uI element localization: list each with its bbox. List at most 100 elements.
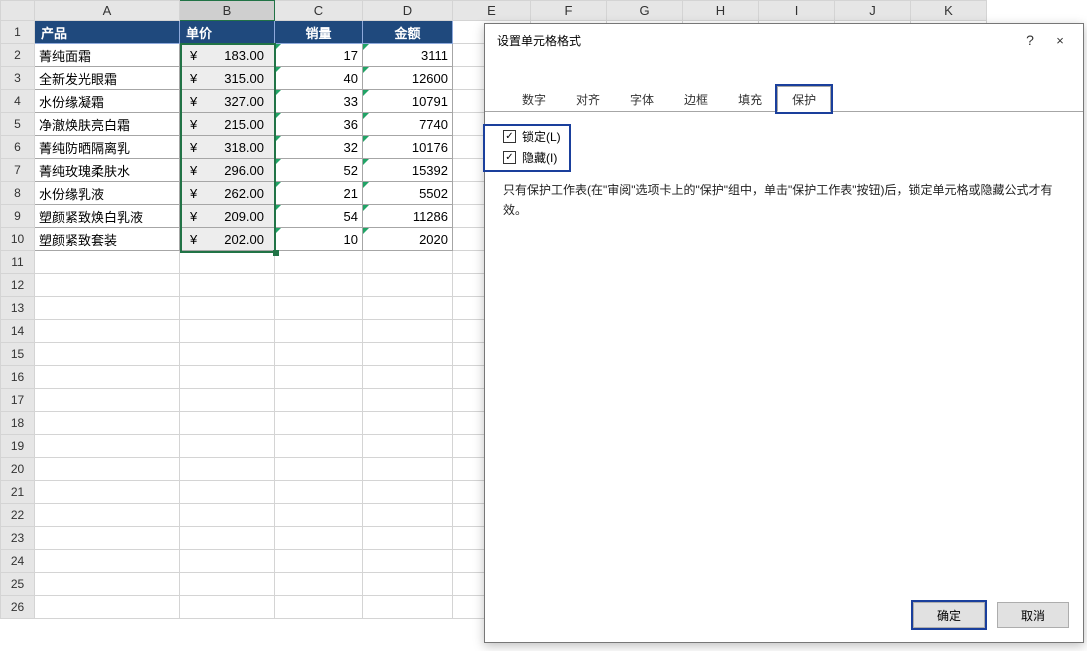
cell-B9[interactable]: ¥209.00 [180, 205, 275, 228]
cell-A18[interactable] [35, 412, 180, 435]
cell-C23[interactable] [275, 527, 363, 550]
cell-C11[interactable] [275, 251, 363, 274]
row-header-25[interactable]: 25 [1, 573, 35, 596]
close-icon[interactable]: × [1045, 33, 1075, 48]
lock-checkbox-row[interactable]: ✓ 锁定(L) [485, 126, 561, 147]
cell-D24[interactable] [363, 550, 453, 573]
row-header-18[interactable]: 18 [1, 412, 35, 435]
cell-D16[interactable] [363, 366, 453, 389]
col-header-H[interactable]: H [683, 1, 759, 21]
cell-D9[interactable]: 11286 [363, 205, 453, 228]
cell-C15[interactable] [275, 343, 363, 366]
row-header-22[interactable]: 22 [1, 504, 35, 527]
cell-D5[interactable]: 7740 [363, 113, 453, 136]
row-header-17[interactable]: 17 [1, 389, 35, 412]
cell-D20[interactable] [363, 458, 453, 481]
cell-B15[interactable] [180, 343, 275, 366]
row-header-16[interactable]: 16 [1, 366, 35, 389]
cell-A23[interactable] [35, 527, 180, 550]
col-header-G[interactable]: G [607, 1, 683, 21]
cell-C22[interactable] [275, 504, 363, 527]
cell-B3[interactable]: ¥315.00 [180, 67, 275, 90]
cell-A5[interactable]: 净澈焕肤亮白霜 [35, 113, 180, 136]
cell-C21[interactable] [275, 481, 363, 504]
cell-D21[interactable] [363, 481, 453, 504]
cell-A10[interactable]: 塑颜紧致套装 [35, 228, 180, 251]
tab-0[interactable]: 数字 [507, 86, 561, 112]
cell-C17[interactable] [275, 389, 363, 412]
cell-C13[interactable] [275, 297, 363, 320]
row-header-20[interactable]: 20 [1, 458, 35, 481]
cell-B24[interactable] [180, 550, 275, 573]
cell-C24[interactable] [275, 550, 363, 573]
cell-D19[interactable] [363, 435, 453, 458]
cell-D13[interactable] [363, 297, 453, 320]
cell-D1[interactable]: 金额 [363, 21, 453, 44]
cell-B20[interactable] [180, 458, 275, 481]
cell-B16[interactable] [180, 366, 275, 389]
row-header-4[interactable]: 4 [1, 90, 35, 113]
row-header-11[interactable]: 11 [1, 251, 35, 274]
row-header-15[interactable]: 15 [1, 343, 35, 366]
col-header-F[interactable]: F [531, 1, 607, 21]
cell-C18[interactable] [275, 412, 363, 435]
row-header-12[interactable]: 12 [1, 274, 35, 297]
cell-A19[interactable] [35, 435, 180, 458]
cell-D7[interactable]: 15392 [363, 159, 453, 182]
cell-A24[interactable] [35, 550, 180, 573]
col-header-D[interactable]: D [363, 1, 453, 21]
cell-B8[interactable]: ¥262.00 [180, 182, 275, 205]
cell-D22[interactable] [363, 504, 453, 527]
cell-B22[interactable] [180, 504, 275, 527]
cell-B11[interactable] [180, 251, 275, 274]
cell-B5[interactable]: ¥215.00 [180, 113, 275, 136]
col-header-K[interactable]: K [911, 1, 987, 21]
cell-B21[interactable] [180, 481, 275, 504]
cell-B25[interactable] [180, 573, 275, 596]
cell-B26[interactable] [180, 596, 275, 619]
cell-A17[interactable] [35, 389, 180, 412]
col-header-J[interactable]: J [835, 1, 911, 21]
cancel-button[interactable]: 取消 [997, 602, 1069, 628]
cell-B19[interactable] [180, 435, 275, 458]
cell-B6[interactable]: ¥318.00 [180, 136, 275, 159]
cell-D18[interactable] [363, 412, 453, 435]
cell-A11[interactable] [35, 251, 180, 274]
cell-B23[interactable] [180, 527, 275, 550]
cell-A2[interactable]: 菁纯面霜 [35, 44, 180, 67]
cell-B1[interactable]: 单价 [180, 21, 275, 44]
cell-D11[interactable] [363, 251, 453, 274]
cell-A12[interactable] [35, 274, 180, 297]
fill-handle[interactable] [273, 250, 279, 256]
row-header-23[interactable]: 23 [1, 527, 35, 550]
row-header-6[interactable]: 6 [1, 136, 35, 159]
cell-A3[interactable]: 全新发光眼霜 [35, 67, 180, 90]
col-header-C[interactable]: C [275, 1, 363, 21]
cell-C16[interactable] [275, 366, 363, 389]
cell-D15[interactable] [363, 343, 453, 366]
cell-C12[interactable] [275, 274, 363, 297]
cell-C8[interactable]: 21 [275, 182, 363, 205]
tab-5[interactable]: 保护 [777, 86, 831, 112]
cell-B14[interactable] [180, 320, 275, 343]
cell-A26[interactable] [35, 596, 180, 619]
cell-A20[interactable] [35, 458, 180, 481]
row-header-3[interactable]: 3 [1, 67, 35, 90]
cell-A14[interactable] [35, 320, 180, 343]
row-header-2[interactable]: 2 [1, 44, 35, 67]
row-header-9[interactable]: 9 [1, 205, 35, 228]
cell-B10[interactable]: ¥202.00 [180, 228, 275, 251]
tab-3[interactable]: 边框 [669, 86, 723, 112]
cell-A8[interactable]: 水份缘乳液 [35, 182, 180, 205]
ok-button[interactable]: 确定 [913, 602, 985, 628]
row-header-13[interactable]: 13 [1, 297, 35, 320]
cell-D8[interactable]: 5502 [363, 182, 453, 205]
help-icon[interactable]: ? [1015, 32, 1045, 48]
row-header-21[interactable]: 21 [1, 481, 35, 504]
cell-D3[interactable]: 12600 [363, 67, 453, 90]
cell-C6[interactable]: 32 [275, 136, 363, 159]
cell-B12[interactable] [180, 274, 275, 297]
cell-C3[interactable]: 40 [275, 67, 363, 90]
cell-C14[interactable] [275, 320, 363, 343]
hide-checkbox-row[interactable]: ✓ 隐藏(I) [485, 147, 561, 168]
